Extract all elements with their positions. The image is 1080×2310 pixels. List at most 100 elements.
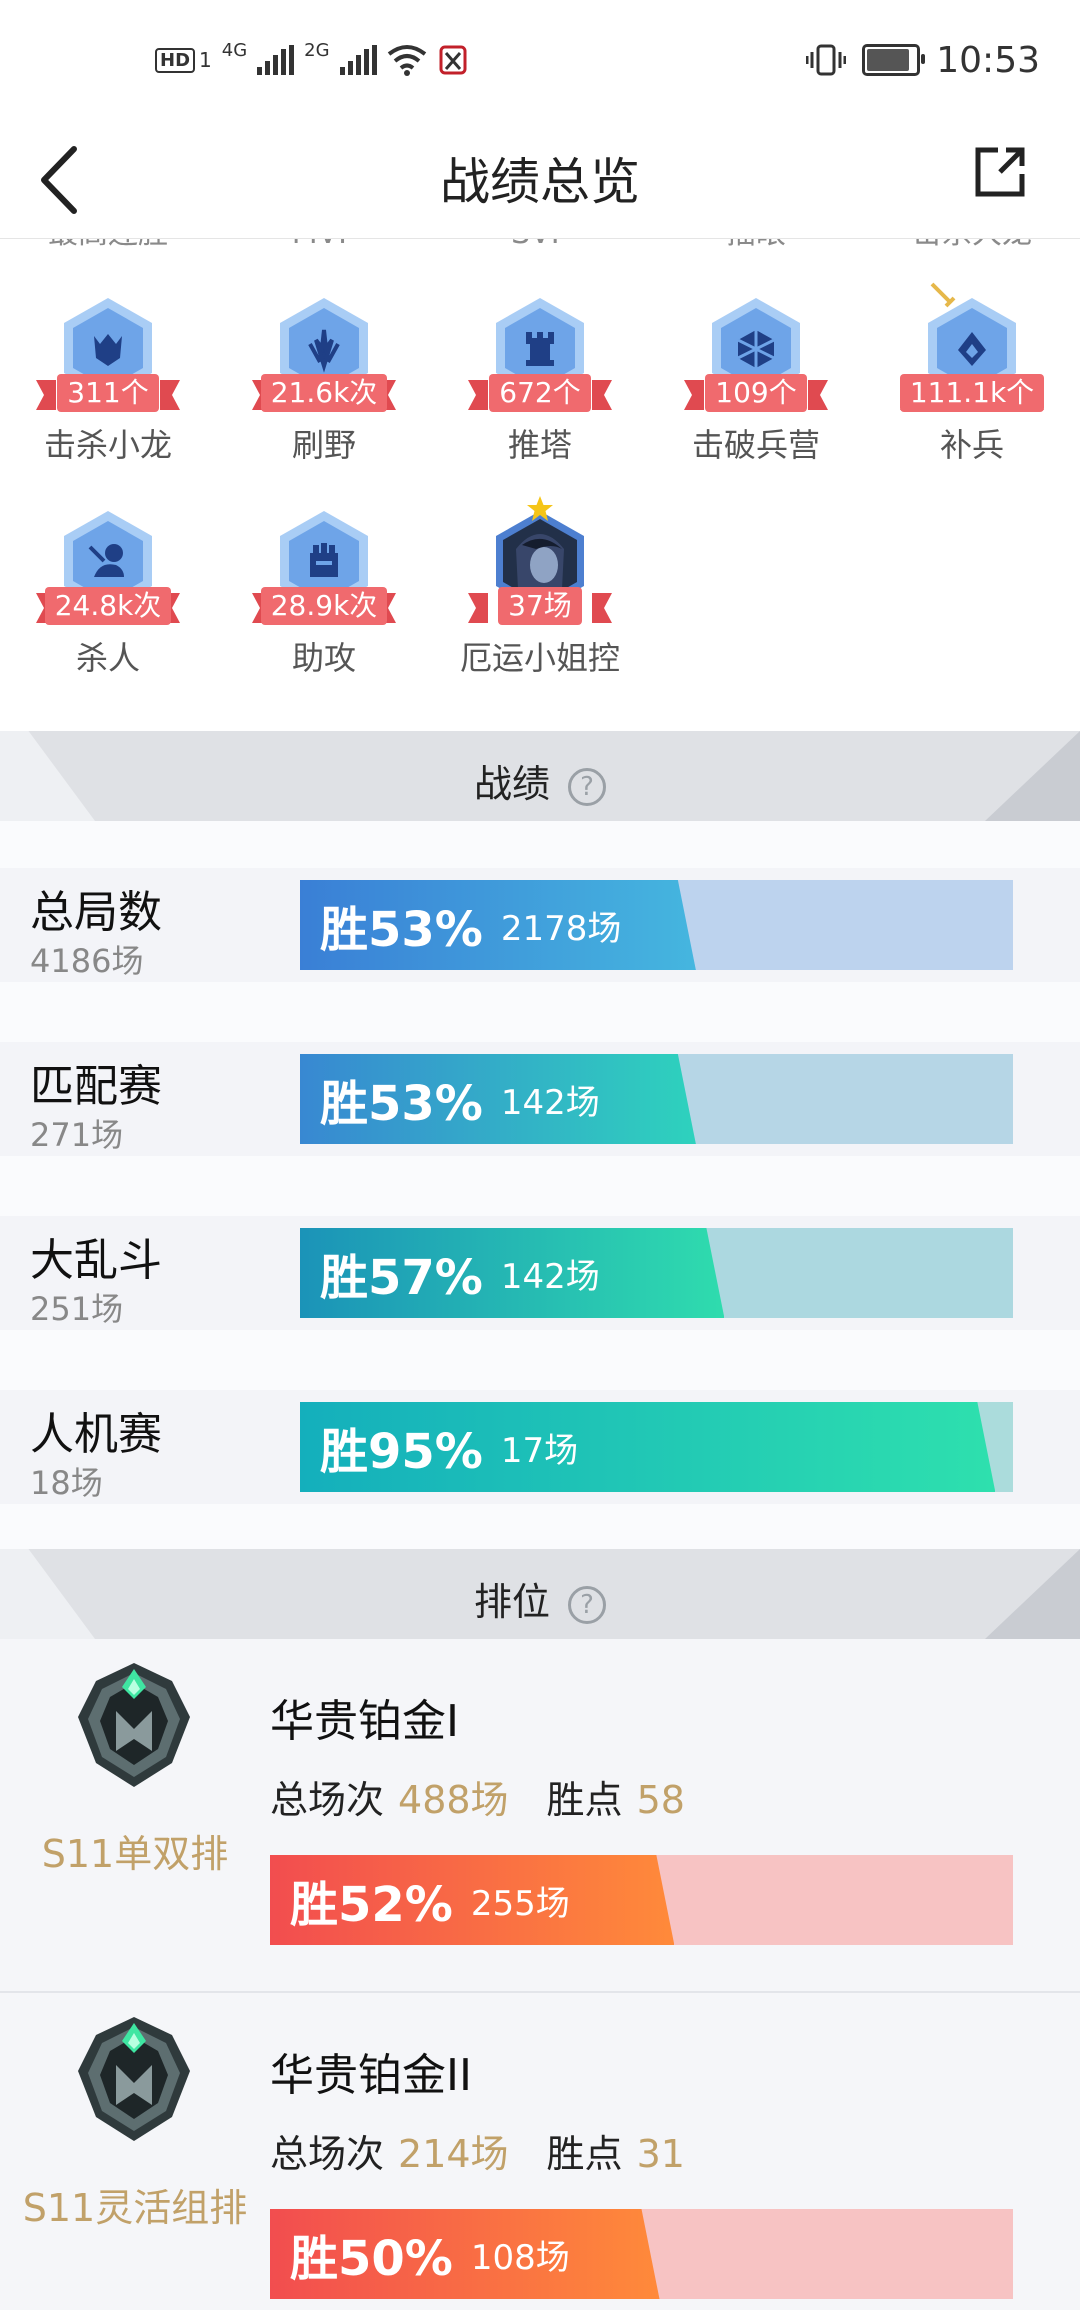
status-left: HD 1 4G 2G	[155, 40, 469, 80]
network-type-2: 2G	[304, 40, 330, 61]
achievement-label-cutoff: 击杀大龙	[864, 239, 1080, 250]
win-games: 255场	[470, 1883, 570, 1924]
win-rate-bar: 胜50% 108场	[270, 2209, 1013, 2299]
win-games: 142场	[500, 1256, 600, 1297]
win-games: 108场	[470, 2237, 570, 2278]
ranked-queue-card[interactable]: S11单双排 华贵铂金I 总场次 488场 胜点 58 胜52% 255场	[0, 1639, 1080, 1993]
queue-name: S11单双排	[41, 1832, 229, 1876]
mode-name: 大乱斗	[30, 1235, 162, 1286]
status-right: 10:53	[806, 36, 1040, 84]
mode-games: 271场	[30, 1116, 124, 1154]
achievement-label-cutoff: 最高连胜	[0, 239, 216, 250]
record-row[interactable]: 大乱斗 251场 胜57% 142场	[0, 1216, 1080, 1330]
section-title: 战绩	[473, 762, 550, 806]
mode-games: 18场	[30, 1464, 103, 1502]
win-rate-bar: 胜53% 2178场	[300, 880, 1013, 970]
win-rate-fill: 胜50% 108场	[270, 2209, 660, 2299]
total-games: 214场	[398, 2132, 509, 2176]
achievement-item[interactable]: 109个 击破兵营	[648, 296, 864, 496]
page-title: 战绩总览	[440, 153, 640, 211]
league-points: 58	[636, 1778, 685, 1822]
league-points: 31	[636, 2132, 685, 2176]
record-section-header: 战绩?	[0, 731, 1080, 821]
total-games: 488场	[398, 1778, 509, 1822]
star-icon	[527, 496, 553, 521]
win-percent: 胜50%	[290, 2231, 453, 2287]
signal-icon-2	[339, 45, 377, 75]
achievement-label: 推塔	[507, 426, 572, 464]
win-rate-fill: 胜53% 2178场	[300, 880, 696, 970]
count-ribbon: 24.8k次	[30, 587, 186, 625]
record-row[interactable]: 匹配赛 271场 胜53% 142场	[0, 1042, 1080, 1156]
win-rate-bar: 胜95% 17场	[300, 1402, 1013, 1492]
queue-name: S11灵活组排	[22, 2186, 248, 2230]
app-notification-icon	[439, 45, 467, 75]
help-icon[interactable]: ?	[568, 1585, 606, 1624]
share-button[interactable]	[970, 142, 1040, 212]
ranked-queue-card[interactable]: S11灵活组排 华贵铂金II 总场次 214场 胜点 31 胜50% 108场	[0, 1993, 1080, 2310]
achievement-label-cutoff: SVP	[432, 239, 648, 250]
achievement-label: 击破兵营	[691, 426, 820, 464]
wifi-icon	[387, 45, 426, 76]
count-ribbon: 672个	[462, 374, 618, 412]
count-ribbon: 111.1k个	[894, 374, 1050, 412]
rank-tier: 华贵铂金I	[270, 1696, 459, 1747]
achievement-label: 助攻	[291, 639, 356, 677]
count-ribbon: 109个	[678, 374, 834, 412]
ranked-section-header: 排位?	[0, 1549, 1080, 1639]
achievement-item[interactable]: 672个 推塔	[432, 296, 648, 496]
achievement-item[interactable]: 111.1k个 补兵	[864, 282, 1080, 496]
achievement-label-cutoff: MVP	[216, 239, 432, 250]
help-icon[interactable]: ?	[568, 767, 606, 806]
rank-stats: 总场次 488场 胜点 58	[270, 1778, 685, 1822]
win-rate-bar: 胜52% 255场	[270, 1855, 1013, 1945]
mode-name: 总局数	[30, 887, 162, 938]
achievement-label-cutoff: 插眼	[648, 239, 864, 250]
network-type-1: 4G	[221, 40, 248, 61]
win-percent: 胜95%	[320, 1424, 483, 1480]
clock: 10:53	[936, 39, 1040, 81]
platinum-rank-emblem-icon	[78, 2017, 190, 2141]
rank-tier: 华贵铂金II	[270, 2050, 472, 2101]
count-ribbon: 28.9k次	[246, 587, 402, 625]
sword-icon	[930, 282, 956, 308]
achievement-item[interactable]: 24.8k次 杀人	[0, 509, 216, 709]
mode-games: 4186场	[30, 942, 144, 980]
hd-icon: HD	[155, 47, 196, 73]
win-games: 17场	[500, 1430, 579, 1471]
win-percent: 胜53%	[320, 1076, 483, 1132]
achievement-item[interactable]: 37场 厄运小姐控	[432, 496, 648, 709]
sim-index: 1	[199, 48, 212, 72]
achievement-label: 击杀小龙	[43, 426, 172, 464]
count-ribbon: 311个	[30, 374, 186, 412]
win-rate-bar: 胜57% 142场	[300, 1228, 1013, 1318]
win-rate-bar: 胜53% 142场	[300, 1054, 1013, 1144]
count-ribbon: 21.6k次	[246, 374, 402, 412]
platinum-rank-emblem-icon	[78, 1663, 190, 1787]
share-icon	[975, 147, 1025, 197]
win-rate-fill: 胜95% 17场	[300, 1402, 995, 1492]
win-percent: 胜52%	[290, 1877, 453, 1933]
vibrate-icon	[806, 44, 847, 76]
achievement-label: 刷野	[291, 426, 356, 464]
achievement-label: 杀人	[75, 639, 140, 677]
record-row[interactable]: 人机赛 18场 胜95% 17场	[0, 1390, 1080, 1504]
win-percent: 胜53%	[320, 902, 483, 958]
win-rate-fill: 胜57% 142场	[300, 1228, 724, 1318]
achievement-item[interactable]: 21.6k次 刷野	[216, 296, 432, 496]
win-games: 142场	[500, 1082, 600, 1123]
signal-icon-1	[257, 45, 295, 75]
achievement-item[interactable]: 28.9k次 助攻	[216, 509, 432, 709]
win-rate-fill: 胜52% 255场	[270, 1855, 674, 1945]
achievement-label: 厄运小姐控	[459, 639, 620, 677]
mode-name: 人机赛	[30, 1409, 162, 1460]
section-title: 排位	[473, 1580, 550, 1624]
record-row[interactable]: 总局数 4186场 胜53% 2178场	[0, 868, 1080, 982]
win-percent: 胜57%	[320, 1250, 483, 1306]
achievement-item[interactable]: 311个 击杀小龙	[0, 296, 216, 496]
status-bar: HD 1 4G 2G 10:53	[0, 0, 1080, 120]
achievement-label: 补兵	[939, 426, 1004, 464]
rank-stats: 总场次 214场 胜点 31	[270, 2132, 685, 2176]
achievements-grid: 最高连胜 MVP SVP 插眼 击杀大龙 311个 击杀小龙 21.6k次 刷野…	[0, 239, 1080, 731]
win-games: 2178场	[500, 908, 622, 949]
